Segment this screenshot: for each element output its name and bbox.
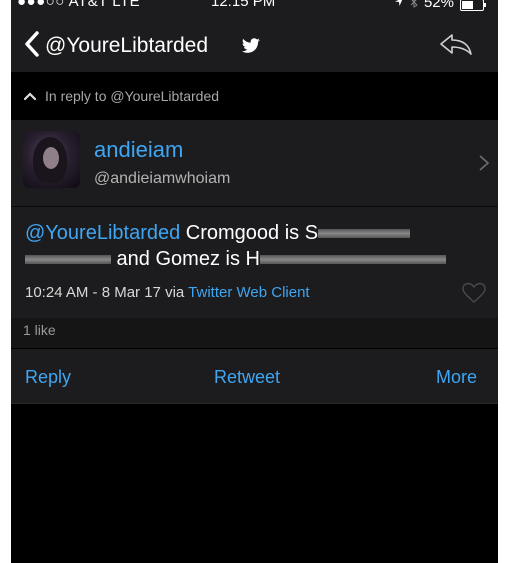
location-icon: [394, 0, 403, 6]
in-reply-label: In reply to @YoureLibtarded: [45, 88, 220, 104]
avatar[interactable]: [23, 131, 80, 188]
redaction-bar: [318, 229, 411, 239]
more-button[interactable]: More: [436, 367, 477, 388]
redaction-bar: [259, 255, 446, 265]
battery-percent: 52%: [423, 0, 454, 11]
tweet-text: @YoureLibtarded Cromgood is S and Gomez …: [25, 220, 485, 272]
carrier-label: ●●●○○ AT&T LTE: [17, 0, 141, 10]
tweet-text-part1: Cromgood is S: [180, 222, 319, 244]
in-reply-banner[interactable]: In reply to @YoureLibtarded: [11, 72, 498, 120]
tweet-meta: 10:24 AM - 8 Mar 17 via Twitter Web Clie…: [25, 284, 310, 301]
tweet-text-part2: and Gomez is H: [111, 248, 260, 270]
reply-button[interactable]: Reply: [25, 367, 71, 388]
action-bar: Reply Retweet More: [11, 349, 498, 403]
reply-icon[interactable]: [438, 32, 474, 56]
nav-bar: @YoureLibtarded: [11, 14, 498, 72]
tweet-mention[interactable]: @YoureLibtarded: [25, 222, 180, 244]
redaction-bar: [25, 255, 111, 265]
likes-count: 1 like: [23, 322, 56, 338]
display-name[interactable]: andieiam: [94, 137, 183, 163]
tweet-card: andieiam @andieiamwhoiam @YoureLibtarded…: [11, 120, 498, 318]
chevron-right-icon[interactable]: [478, 154, 490, 172]
nav-title[interactable]: @YoureLibtarded: [45, 34, 208, 58]
caret-up-icon: [23, 92, 37, 101]
clock: 12:15 PM: [211, 0, 276, 10]
divider: [11, 206, 498, 207]
bluetooth-icon: [410, 0, 418, 8]
heart-icon[interactable]: [462, 282, 486, 304]
retweet-button[interactable]: Retweet: [214, 367, 280, 388]
back-chevron-icon[interactable]: [21, 30, 43, 58]
status-bar: ●●●○○ AT&T LTE 12:15 PM 52%: [11, 0, 498, 14]
phone-screen: ●●●○○ AT&T LTE 12:15 PM 52% @YoureLibtar…: [11, 0, 498, 563]
status-right: 52%: [394, 0, 486, 11]
user-handle: @andieiamwhoiam: [94, 170, 231, 187]
likes-row[interactable]: 1 like: [11, 318, 498, 348]
tweet-timestamp: 10:24 AM - 8 Mar 17 via: [25, 284, 185, 301]
twitter-bird-icon: [241, 38, 260, 53]
tweet-client-link[interactable]: Twitter Web Client: [188, 284, 309, 301]
divider: [11, 403, 498, 404]
battery-icon: [460, 0, 486, 11]
